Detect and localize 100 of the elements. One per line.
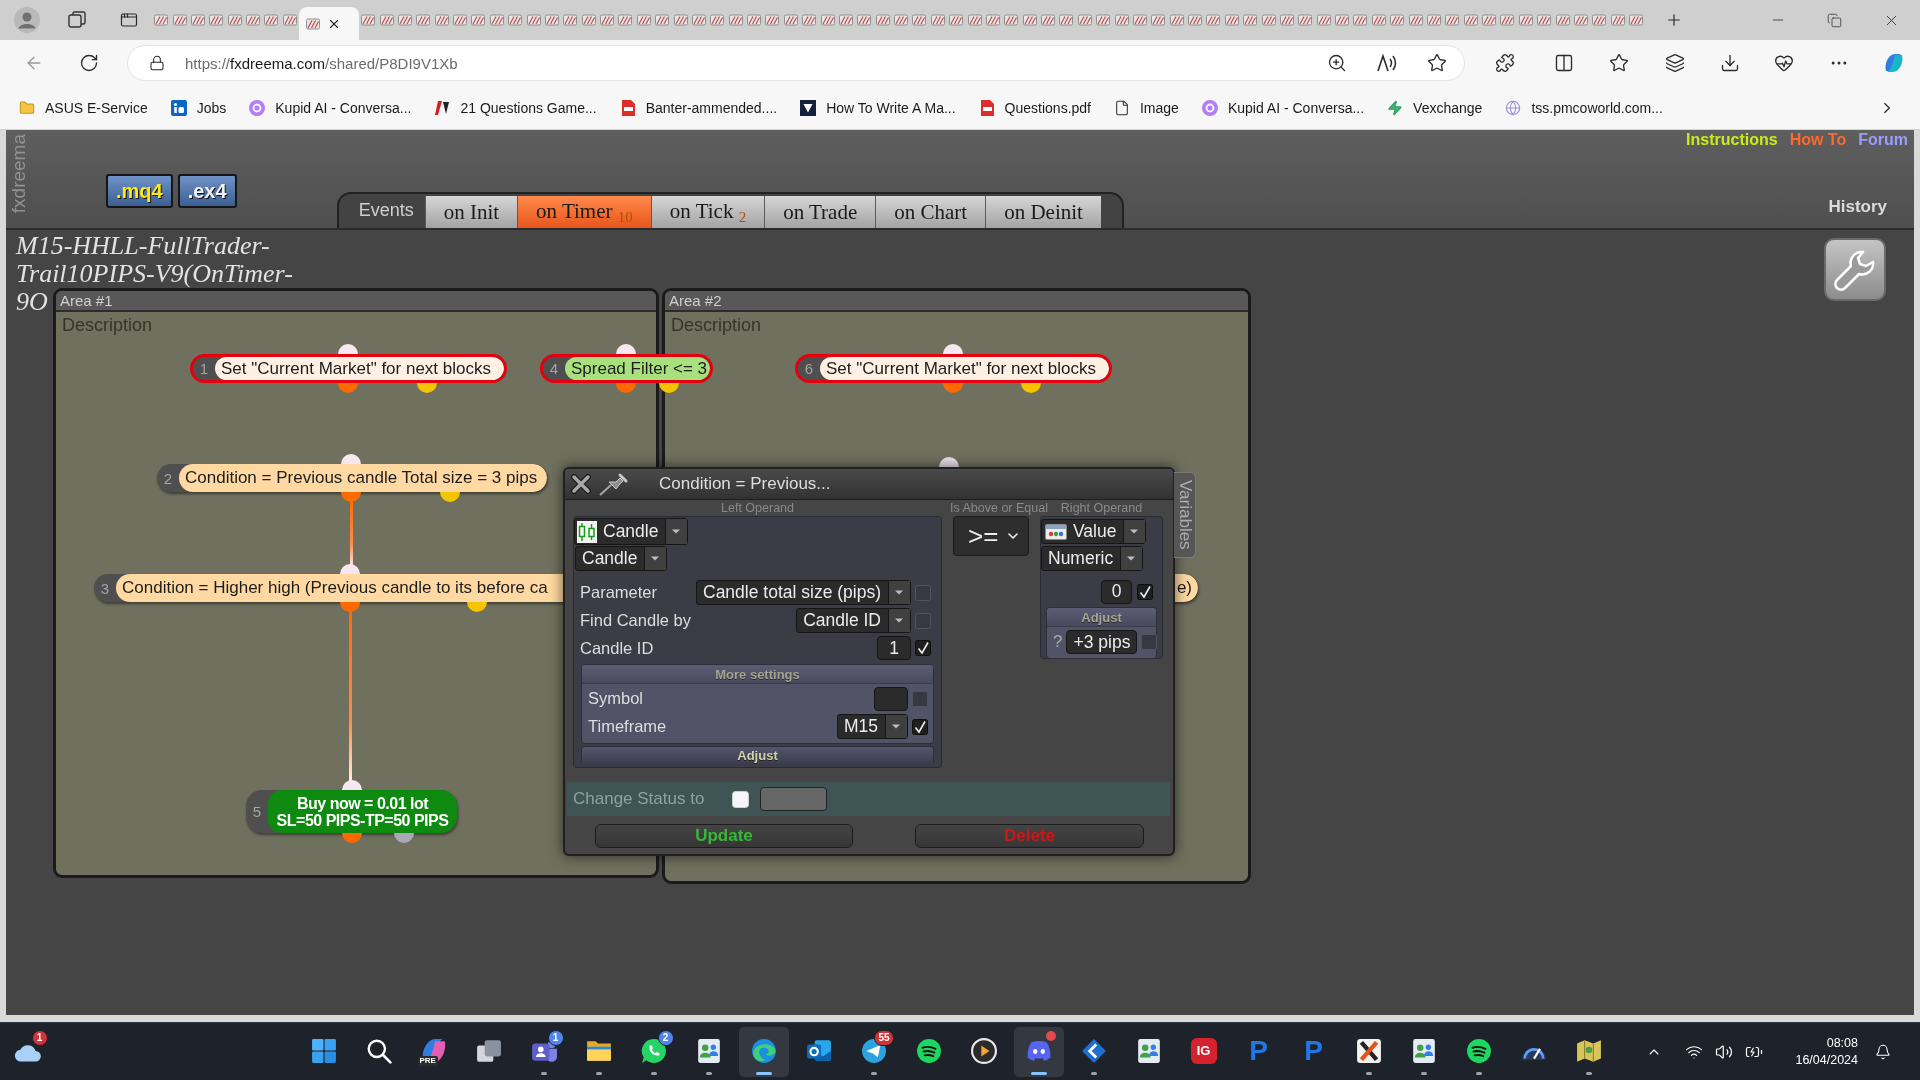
file-icon[interactable]: [1114, 99, 1130, 116]
taskbar-button[interactable]: [738, 1026, 789, 1077]
tab-favicon-icon[interactable]: [1353, 13, 1368, 27]
dropdown[interactable]: Candle: [575, 546, 668, 571]
dropdown[interactable]: Numeric: [1041, 546, 1144, 571]
tab-favicon-icon[interactable]: [765, 13, 780, 27]
round-logo-icon[interactable]: [1201, 99, 1218, 116]
tab-favicon-icon[interactable]: [1243, 13, 1258, 27]
tab-favicon-icon[interactable]: [1408, 13, 1423, 27]
tab-favicon-icon[interactable]: [1059, 13, 1074, 27]
checkbox[interactable]: [915, 640, 931, 656]
tab-actions-icon[interactable]: [120, 11, 138, 29]
tab-favicon-icon[interactable]: [397, 13, 412, 27]
update-button[interactable]: Update: [595, 824, 853, 848]
tab-favicon-icon[interactable]: [1279, 13, 1294, 27]
tab-favicon-icon[interactable]: [600, 13, 615, 27]
tab-favicon-icon[interactable]: [581, 13, 596, 27]
dropdown[interactable]: Candle: [574, 518, 689, 545]
tab-favicon-icon[interactable]: [912, 13, 927, 27]
search-icon[interactable]: [365, 1037, 392, 1064]
restore-icon[interactable]: [1827, 12, 1842, 28]
event-tab[interactable]: on Deinit: [985, 196, 1101, 228]
split-window-icon[interactable]: [1554, 53, 1574, 73]
notifications-icon[interactable]: [1875, 1043, 1891, 1060]
sound-waves-circle-icon[interactable]: [915, 1037, 942, 1064]
tab-favicon-icon[interactable]: [1077, 13, 1092, 27]
tab-favicon-icon[interactable]: [434, 13, 449, 27]
tab-favicon-icon[interactable]: [1022, 13, 1037, 27]
tab-favicon-icon[interactable]: [1610, 13, 1625, 27]
input-field[interactable]: [874, 686, 908, 711]
taskbar-button[interactable]: [1013, 1026, 1064, 1077]
bookmark-link[interactable]: Questions.pdf: [978, 99, 1091, 116]
tab-favicon-icon[interactable]: [1151, 13, 1166, 27]
contact-card-icon[interactable]: [1135, 1037, 1162, 1064]
contact-card-icon[interactable]: [695, 1037, 722, 1064]
tab-favicon-icon[interactable]: [154, 13, 169, 27]
checkbox[interactable]: [915, 584, 931, 601]
checkbox[interactable]: [915, 612, 931, 629]
dropdown[interactable]: M15: [836, 714, 908, 739]
bookmark-link[interactable]: Image: [1114, 99, 1179, 116]
round-logo-icon[interactable]: [249, 99, 266, 116]
dropdown[interactable]: Candle total size (pips): [696, 580, 911, 605]
tab-favicon-icon[interactable]: [1132, 13, 1147, 27]
lock-icon[interactable]: [149, 55, 165, 71]
tab-favicon-icon[interactable]: [1573, 13, 1588, 27]
tab-favicon-icon[interactable]: [636, 13, 651, 27]
dropdown[interactable]: Value: [1041, 519, 1147, 544]
tab-favicon-icon[interactable]: [710, 13, 725, 27]
pdf-file-icon[interactable]: [619, 99, 636, 116]
heart-pulse-icon[interactable]: [1774, 53, 1794, 73]
square-logo-icon[interactable]: [800, 99, 817, 116]
bookmark-link[interactable]: Jobs: [170, 99, 227, 116]
star-list-icon[interactable]: [1609, 53, 1629, 73]
close-icon[interactable]: [571, 474, 591, 494]
tab-favicon-icon[interactable]: [1390, 13, 1405, 27]
tab-favicon-icon[interactable]: [1041, 13, 1056, 27]
workspaces-icon[interactable]: [68, 11, 86, 29]
tab-favicon-icon[interactable]: [1445, 13, 1460, 27]
arrow-diamond-icon[interactable]: [1080, 1037, 1107, 1064]
stacked-squares-icon[interactable]: [1665, 53, 1685, 73]
wrench-button[interactable]: [1824, 238, 1886, 301]
bookmark-link[interactable]: Kupid AI - Conversa...: [249, 99, 412, 116]
app-logo[interactable]: IG: [1190, 1037, 1217, 1064]
tab-favicon-icon[interactable]: [190, 13, 205, 27]
tab-favicon-icon[interactable]: [379, 13, 394, 27]
status-field[interactable]: [760, 787, 828, 811]
tab-favicon-icon[interactable]: [416, 13, 431, 27]
event-tab[interactable]: on Tick $_{2}$: [650, 196, 765, 228]
tab-favicon-icon[interactable]: [1371, 13, 1386, 27]
header-link[interactable]: Instructions: [1686, 131, 1778, 149]
checkbox[interactable]: [912, 718, 928, 735]
tab-favicon-icon[interactable]: [838, 13, 853, 27]
tab-favicon-icon[interactable]: [1169, 13, 1184, 27]
flow-block[interactable]: 6 Set "Current Market" for next blocks: [795, 354, 1112, 383]
adjust-bar[interactable]: Adjust: [581, 746, 934, 763]
event-tab[interactable]: on Timer $_{10}$: [517, 196, 651, 228]
tab-favicon-icon[interactable]: [1096, 13, 1111, 27]
tab-favicon-icon[interactable]: [820, 13, 835, 27]
tab-favicon-icon[interactable]: [783, 13, 798, 27]
pin-icon[interactable]: [599, 472, 629, 496]
tab-favicon-icon[interactable]: [857, 13, 872, 27]
tab-favicon-icon[interactable]: [172, 13, 187, 27]
tab-favicon-icon[interactable]: [1114, 13, 1129, 27]
bolt-icon[interactable]: [1387, 99, 1404, 116]
flow-block[interactable]: 1 Set "Current Market" for next blocks: [190, 354, 507, 383]
checkbox[interactable]: [1141, 634, 1158, 650]
tab-favicon-icon[interactable]: [1426, 13, 1441, 27]
tab-favicon-icon[interactable]: [1500, 13, 1515, 27]
tab-favicon-icon[interactable]: [1555, 13, 1570, 27]
tab-favicon-icon[interactable]: [967, 13, 982, 27]
history-link[interactable]: History: [1828, 197, 1887, 217]
tab-favicon-icon[interactable]: [227, 13, 242, 27]
export-button[interactable]: .ex4: [177, 174, 237, 208]
operator-dropdown[interactable]: >=: [953, 516, 1029, 556]
tab-favicon-icon[interactable]: [618, 13, 633, 27]
puzzle-piece-icon[interactable]: [1495, 53, 1515, 73]
download-icon[interactable]: [1720, 53, 1740, 73]
wave-circle-icon[interactable]: [750, 1037, 777, 1064]
tab-favicon-icon[interactable]: [361, 13, 376, 27]
tab-favicon-icon[interactable]: [1298, 13, 1313, 27]
